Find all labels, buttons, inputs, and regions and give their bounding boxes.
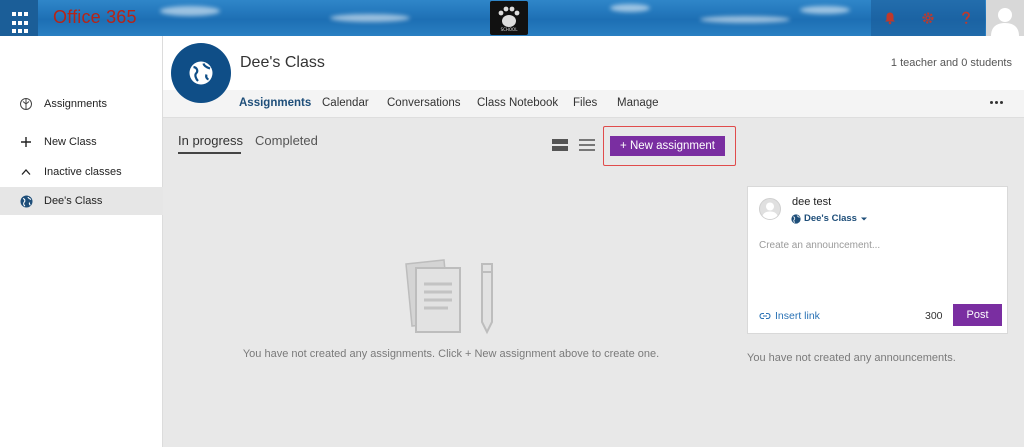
class-select-label: Dee's Class: [804, 213, 857, 224]
bell-icon: [885, 12, 895, 25]
assignments-icon: [18, 97, 34, 111]
character-count: 300: [925, 310, 943, 322]
notifications-button[interactable]: [871, 0, 909, 36]
gear-icon: [922, 12, 934, 24]
app-title[interactable]: Office 365: [53, 7, 137, 28]
nav-item-new-class[interactable]: New Class: [0, 128, 163, 156]
help-button[interactable]: [947, 0, 985, 36]
documents-pencil-icon: [405, 259, 493, 335]
list-view-icon[interactable]: [579, 138, 595, 156]
nav-item-label: New Class: [44, 136, 97, 148]
nav-item-label: Assignments: [44, 98, 107, 110]
nav-item-dees-class[interactable]: Dee's Class: [0, 187, 163, 215]
tab-assignments[interactable]: Assignments: [239, 97, 311, 109]
class-select[interactable]: Dee's Class: [791, 213, 868, 224]
logo-text: SCHOOL: [501, 27, 519, 32]
tab-conversations[interactable]: Conversations: [387, 97, 461, 109]
insert-link-button[interactable]: Insert link: [759, 310, 820, 322]
subtab-in-progress[interactable]: In progress: [178, 133, 243, 148]
nav-item-inactive-classes[interactable]: Inactive classes: [0, 158, 163, 186]
announcement-card: dee test Dee's Class Create an announcem…: [747, 186, 1008, 334]
help-icon: [962, 11, 970, 24]
nav-item-assignments[interactable]: Assignments: [0, 90, 163, 118]
empty-assignments-illustration: [400, 258, 502, 341]
link-icon: [759, 312, 771, 320]
school-logo: SCHOOL: [490, 1, 528, 35]
plus-icon: [18, 136, 34, 148]
chevron-up-icon: [18, 168, 34, 176]
settings-button[interactable]: [909, 0, 947, 36]
waffle-icon[interactable]: [0, 0, 38, 36]
nav-item-label: Dee's Class: [44, 195, 103, 207]
insert-link-label: Insert link: [775, 310, 820, 322]
user-avatar[interactable]: [986, 0, 1024, 36]
empty-assignments-message: You have not created any assignments. Cl…: [242, 348, 660, 360]
tab-files[interactable]: Files: [573, 97, 597, 109]
globe-icon: [791, 213, 801, 224]
more-options-icon[interactable]: [990, 101, 1003, 104]
card-view-icon[interactable]: [552, 138, 568, 156]
class-title: Dee's Class: [240, 54, 325, 71]
tab-calendar[interactable]: Calendar: [322, 97, 369, 109]
bear-paw-logo-icon: SCHOOL: [498, 6, 520, 32]
announcement-user: dee test: [792, 196, 832, 208]
announcement-input[interactable]: Create an announcement...: [759, 240, 880, 251]
caret-down-icon: [860, 217, 867, 220]
class-badge: [171, 43, 231, 103]
user-avatar-icon: [762, 202, 778, 219]
empty-announcements-message: You have not created any announcements.: [747, 352, 956, 364]
new-assignment-button[interactable]: + New assignment: [610, 136, 725, 156]
post-button[interactable]: Post: [953, 304, 1002, 326]
tab-manage[interactable]: Manage: [617, 97, 659, 109]
globe-icon: [18, 195, 34, 208]
subtab-underline: [178, 152, 241, 154]
member-count: 1 teacher and 0 students: [890, 57, 1012, 69]
globe-icon: [189, 61, 213, 85]
user-avatar-icon: [991, 8, 1019, 36]
nav-item-label: Inactive classes: [44, 166, 122, 178]
avatar: [759, 198, 781, 220]
tab-class-notebook[interactable]: Class Notebook: [477, 97, 558, 109]
subtab-completed[interactable]: Completed: [255, 133, 318, 148]
